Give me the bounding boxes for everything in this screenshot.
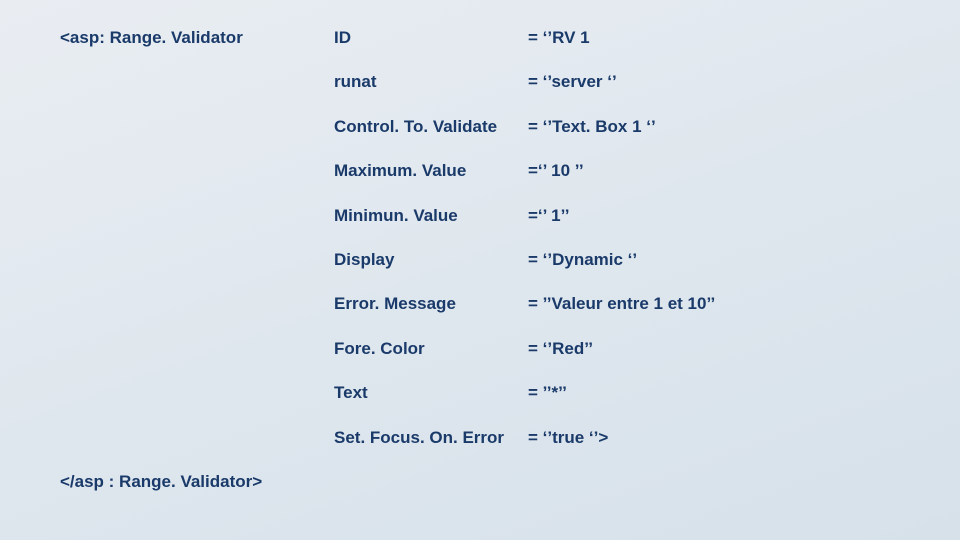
attr-name: runat (334, 72, 524, 92)
attr-name: Text (334, 383, 524, 403)
attr-row: runat = ‘’server ‘’ (60, 72, 900, 92)
attr-value: = ‘’RV 1 (528, 28, 900, 48)
attr-value: = ’’*’’ (528, 383, 900, 403)
slide-content: <asp: Range. Validator ID = ‘’RV 1 runat… (0, 0, 960, 540)
attr-value: = ’’Valeur entre 1 et 10’’ (528, 294, 900, 314)
attr-row: Fore. Color = ‘’Red’’ (60, 339, 900, 359)
attr-row: Minimun. Value =‘’ 1’’ (60, 206, 900, 226)
attr-name: Maximum. Value (334, 161, 524, 181)
attr-row: Maximum. Value =‘’ 10 ’’ (60, 161, 900, 181)
attr-name: Display (334, 250, 524, 270)
attr-row: Set. Focus. On. Error = ‘’true ‘’> (60, 428, 900, 448)
attr-value: = ‘’true ‘’> (528, 428, 900, 448)
open-tag: <asp: Range. Validator (60, 28, 330, 48)
attr-value: = ‘’Text. Box 1 ‘’ (528, 117, 900, 137)
attr-name: ID (334, 28, 524, 48)
attr-name: Control. To. Validate (334, 117, 524, 137)
attr-name: Set. Focus. On. Error (334, 428, 524, 448)
attr-value: = ‘’Dynamic ‘’ (528, 250, 900, 270)
attr-name: Minimun. Value (334, 206, 524, 226)
attr-value: = ‘’server ‘’ (528, 72, 900, 92)
attr-row: Error. Message = ’’Valeur entre 1 et 10’… (60, 294, 900, 314)
attr-row: Text = ’’*’’ (60, 383, 900, 403)
attr-value: =‘’ 10 ’’ (528, 161, 900, 181)
attr-row: Control. To. Validate = ‘’Text. Box 1 ‘’ (60, 117, 900, 137)
close-tag: </asp : Range. Validator> (60, 472, 900, 492)
attr-name: Error. Message (334, 294, 524, 314)
attr-value: =‘’ 1’’ (528, 206, 900, 226)
attr-row: <asp: Range. Validator ID = ‘’RV 1 (60, 28, 900, 48)
attr-name: Fore. Color (334, 339, 524, 359)
attr-row: Display = ‘’Dynamic ‘’ (60, 250, 900, 270)
attr-value: = ‘’Red’’ (528, 339, 900, 359)
